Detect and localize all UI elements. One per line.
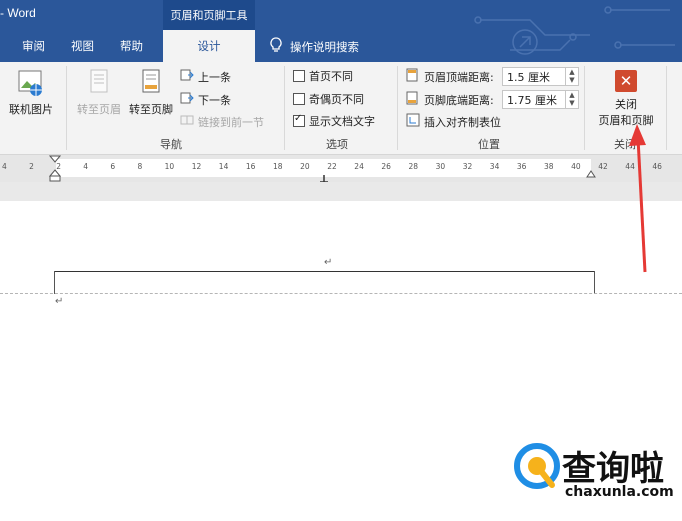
header-from-top-label: 页眉顶端距离: [424,70,494,84]
group-label-options: 选项 [326,138,348,151]
header-bottom-border [54,271,595,272]
link-to-previous-label: 链接到前一节 [198,115,264,129]
ruler-gap [0,182,682,201]
goto-footer-label: 转至页脚 [129,103,173,116]
footer-from-bottom-row: 页脚底端距离: [406,91,494,108]
goto-header-button[interactable]: 转至页眉 [72,68,126,117]
ruler-tick-label: 4 [2,162,7,171]
show-document-text-checkbox[interactable]: 显示文档文字 [293,113,375,129]
circuit-pattern-decoration [474,6,675,55]
close-label-line1: 关闭 [615,98,637,111]
online-pictures-icon [16,70,46,101]
watermark-url: chaxunla.com [565,484,674,500]
group-label-navigation: 导航 [160,138,182,151]
different-odd-even-label: 奇偶页不同 [309,93,364,106]
ribbon: 联机图片 转至页眉 转至页脚 上一条 下一条 链接到前一节 导航 首页不同 奇偶… [0,62,682,155]
online-pictures-label: 联机图片 [9,103,53,116]
tab-help[interactable]: 帮助 [120,38,143,54]
header-left-edge [54,271,55,294]
ruler-tick-label: 24 [354,162,364,171]
ruler-tick-label: 18 [273,162,283,171]
insert-alignment-tab-button[interactable]: 插入对齐制表位 [406,113,501,130]
previous-label: 上一条 [198,70,231,84]
header-area-boundary [0,293,682,294]
paragraph-mark-icon: ↵ [55,296,64,307]
spinner-arrows-icon[interactable]: ▲ ▼ [565,68,578,85]
next-button[interactable]: 下一条 [180,91,231,108]
ruler-tick-label: 14 [218,162,229,171]
link-to-previous-button[interactable]: 链接到前一节 [180,113,264,130]
tab-review[interactable]: 审阅 [22,38,45,54]
ruler-tick-label: 16 [245,162,256,171]
header-right-edge [594,271,595,294]
ruler-tick-label: 8 [137,162,143,171]
header-distance-value: 1.5 厘米 [507,71,550,84]
footer-distance-spinner[interactable]: 1.75 厘米 ▲ ▼ [502,90,579,109]
link-icon [180,113,194,130]
ruler-tick-label: 12 [191,162,202,171]
ruler-tick-label: 4 [83,162,89,171]
show-document-text-label: 显示文档文字 [309,115,375,128]
annotation-arrow-icon [629,124,647,273]
previous-button[interactable]: 上一条 [180,68,231,85]
alignment-tab-icon [406,113,420,130]
watermark-brand: 查询啦 [562,449,664,489]
group-separator [584,66,585,150]
paragraph-mark-icon: ↵ [324,257,333,268]
ruler-tick-label: 20 [300,162,310,171]
next-label: 下一条 [198,93,231,107]
header-distance-spinner[interactable]: 1.5 厘米 ▲ ▼ [502,67,579,86]
horizontal-ruler[interactable]: 4 2 2 4 6 8 10 12 14 16 18 20 22 24 26 28 30 32 34 36 38 40 42… [0,155,682,183]
lightbulb-icon [270,37,282,56]
online-pictures-button[interactable]: 联机图片 [6,68,56,117]
footer-position-icon [406,91,420,108]
close-icon: ✕ [615,70,637,92]
goto-footer-icon [138,69,164,101]
tab-design[interactable]: 设计 [163,30,255,62]
different-first-page-checkbox[interactable]: 首页不同 [293,68,353,84]
header-from-top-row: 页眉顶端距离: [406,68,494,85]
previous-icon [180,68,194,85]
tell-me-label: 操作说明搜索 [290,39,359,54]
footer-from-bottom-label: 页脚底端距离: [424,93,494,107]
ruler-tick-label: 42 [598,162,608,171]
ruler-tick-label: 36 [516,162,527,171]
header-position-icon [406,68,420,85]
tell-me-search[interactable]: 操作说明搜索 [270,37,359,56]
spinner-arrows-icon[interactable]: ▲ ▼ [565,91,578,108]
ruler-tick-label: 30 [435,162,446,171]
footer-distance-value: 1.75 厘米 [507,94,557,107]
ruler-tick-label: 40 [571,162,581,171]
different-first-page-label: 首页不同 [309,70,353,83]
goto-header-icon [86,69,112,101]
group-separator [66,66,67,150]
group-label-position: 位置 [478,138,500,151]
checkbox-unchecked[interactable] [293,70,305,82]
ruler-tick-label: 32 [462,162,473,171]
different-odd-even-checkbox[interactable]: 奇偶页不同 [293,91,364,107]
ruler-tick-label: 2 [29,162,34,171]
watermark-logo: 查询啦 chaxunla.com [510,441,682,521]
checkbox-checked[interactable] [293,113,305,127]
ruler-tick-label: 6 [110,162,116,171]
app-title: - Word [0,6,36,20]
tab-view[interactable]: 视图 [71,38,94,54]
insert-alignment-tab-label: 插入对齐制表位 [424,115,501,129]
goto-footer-button[interactable]: 转至页脚 [124,68,178,117]
magnifier-logo-icon [514,443,560,489]
ribbon-tabs: 审阅 视图 帮助 设计 操作说明搜索 [0,6,682,62]
ruler-tick-label: 38 [544,162,554,171]
ruler-tick-label: 26 [381,162,391,171]
goto-header-label: 转至页眉 [77,103,121,116]
ruler-tick-label: 28 [408,162,419,171]
group-separator [666,66,667,150]
group-separator [284,66,285,150]
contextual-tab-header-footer-tools: 页眉和页脚工具 [163,0,255,30]
next-icon [180,91,194,108]
checkbox-unchecked[interactable] [293,93,305,105]
ruler-tick-label: 34 [489,162,500,171]
group-separator [397,66,398,150]
ruler-tick-label: 10 [164,162,175,171]
